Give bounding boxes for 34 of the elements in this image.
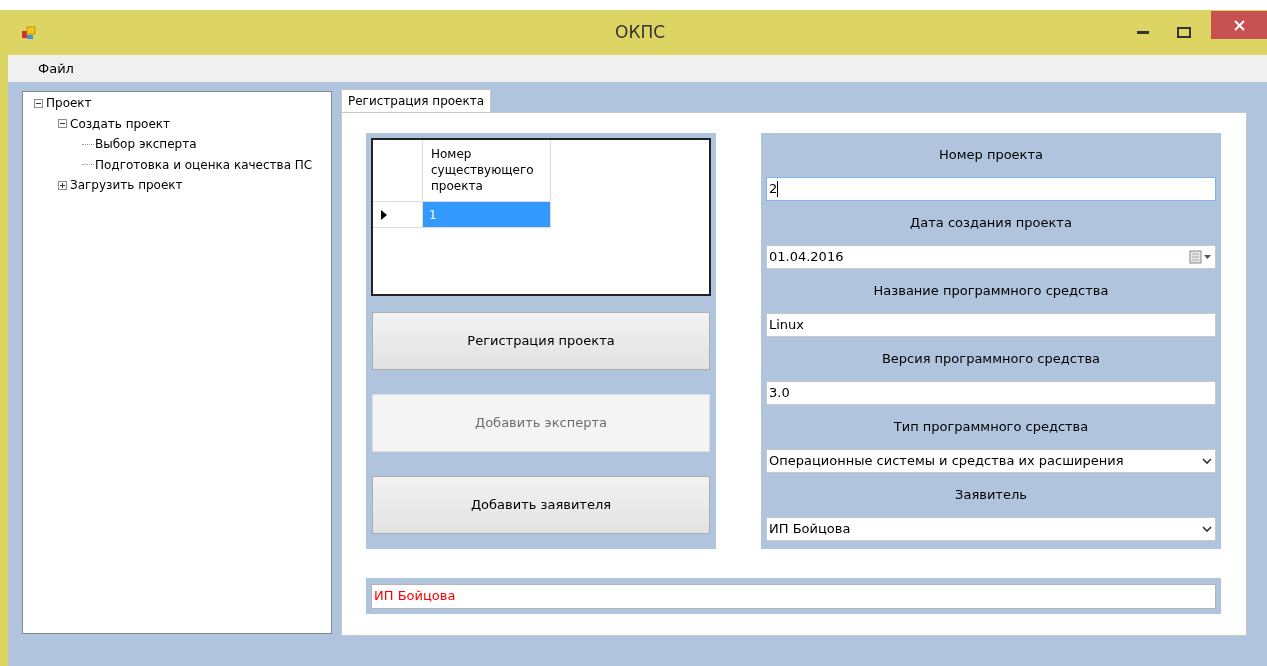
tab[interactable]: Регистрация проекта <box>341 89 492 112</box>
text-field[interactable]: 2 <box>766 177 1216 201</box>
minus-box-icon[interactable] <box>34 98 43 108</box>
plus-box-icon[interactable] <box>58 180 67 190</box>
field-label: Версия программного средства <box>881 350 1101 369</box>
calendar-icon[interactable] <box>1189 250 1213 264</box>
close-icon <box>1233 19 1245 31</box>
field-label: Название программного средства <box>873 282 1109 301</box>
window-title: ОКПС <box>615 20 666 44</box>
tree-item[interactable]: Подготовка и оценка качества ПС <box>95 155 313 174</box>
current-row-icon <box>381 209 387 220</box>
chevron-down-icon <box>1201 457 1213 465</box>
menu-item[interactable]: Файл <box>38 58 74 79</box>
tree-item[interactable]: Проект <box>46 94 92 113</box>
field-label: Тип программного средства <box>893 418 1089 437</box>
field-label: Заявитель <box>955 486 1027 505</box>
minus-box-icon[interactable] <box>58 119 67 129</box>
tree-item[interactable]: Загрузить проект <box>70 176 183 195</box>
dropdown[interactable]: Операционные системы и средства их расширения <box>766 449 1216 473</box>
chevron-down-icon <box>1201 525 1213 533</box>
tree-item[interactable]: Создать проект <box>70 114 171 133</box>
date-picker[interactable]: 01.04.2016 <box>766 245 1216 269</box>
text-field[interactable]: ИП Бойцова <box>371 583 1216 609</box>
maximize-icon[interactable] <box>1177 27 1191 38</box>
close-button[interactable] <box>1211 11 1267 39</box>
text-field[interactable]: 3.0 <box>766 381 1216 405</box>
tree-item[interactable]: Выбор эксперта <box>95 135 197 154</box>
dropdown[interactable]: ИП Бойцова <box>766 517 1216 541</box>
field-label: Дата создания проекта <box>910 214 1072 233</box>
text-field[interactable]: Linux <box>766 313 1216 337</box>
app-icon <box>21 24 37 41</box>
field-label: Номер проекта <box>939 146 1043 165</box>
action-button[interactable]: Регистрация проекта <box>372 312 710 370</box>
action-button[interactable]: Добавить заявителя <box>372 476 710 534</box>
